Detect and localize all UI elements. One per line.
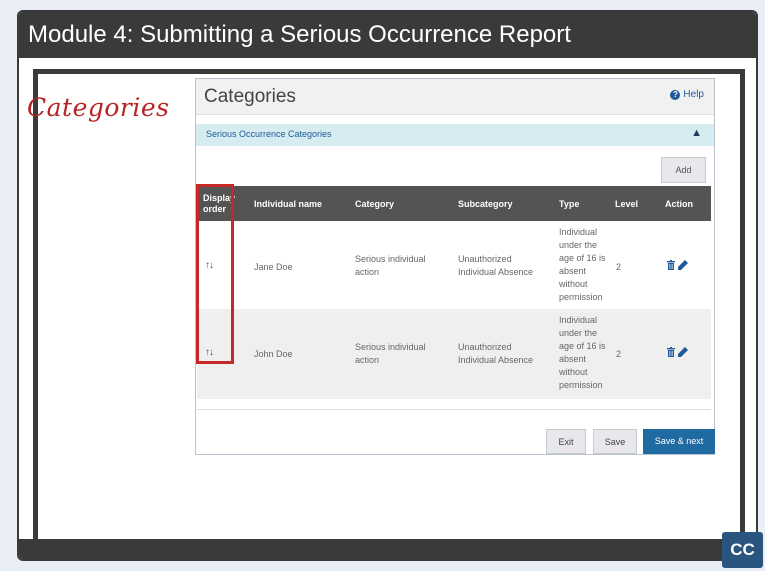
pencil-icon[interactable] xyxy=(678,260,688,270)
cell-name: Jane Doe xyxy=(254,262,293,272)
cell-subcategory: Unauthorized Individual Absence xyxy=(458,342,534,365)
divider xyxy=(197,409,711,410)
exit-button[interactable]: Exit xyxy=(546,429,586,454)
pencil-icon[interactable] xyxy=(678,347,688,357)
table-row: ↑↓ John Doe Serious individual action Un… xyxy=(197,309,711,399)
help-link[interactable]: ? Help xyxy=(670,89,704,100)
trash-icon[interactable] xyxy=(667,347,675,357)
col-label: Subcategory xyxy=(458,198,513,209)
module-title: Module 4: Submitting a Serious Occurrenc… xyxy=(19,12,756,58)
cell-type: Individual under the age of 16 is absent… xyxy=(559,315,606,390)
slide-label: Categories xyxy=(27,93,170,122)
cell-category: Serious individual action xyxy=(355,342,426,365)
help-label: Help xyxy=(683,89,704,100)
col-label: Type xyxy=(559,198,580,209)
table-row: ↑↓ Jane Doe Serious individual action Un… xyxy=(197,221,711,309)
app-header: Categories ? Help xyxy=(196,79,714,115)
app-window: Categories ? Help Serious Occurrence Cat… xyxy=(195,78,715,455)
cell-name: John Doe xyxy=(254,349,293,359)
save-button[interactable]: Save xyxy=(593,429,637,454)
slide-bottom-bar xyxy=(19,539,756,559)
cell-level: 2 xyxy=(616,349,622,359)
highlight-box xyxy=(196,184,234,364)
table-header: Display order Individual name Category S… xyxy=(197,186,711,221)
col-type: Type xyxy=(559,186,579,221)
row-actions xyxy=(667,347,688,357)
col-level: Level xyxy=(615,186,638,221)
question-circle-icon: ? xyxy=(670,89,681,100)
trash-icon[interactable] xyxy=(667,260,675,270)
col-label: Individual name xyxy=(254,198,323,209)
col-subcategory: Subcategory xyxy=(458,186,513,221)
cell-category: Serious individual action xyxy=(355,254,426,277)
section-header[interactable]: Serious Occurrence Categories ▲ xyxy=(196,124,714,146)
chevron-up-icon[interactable]: ▲ xyxy=(691,127,702,139)
cell-type: Individual under the age of 16 is absent… xyxy=(559,227,606,302)
cell-level: 2 xyxy=(616,262,622,272)
col-individual-name: Individual name xyxy=(254,186,322,221)
add-button[interactable]: Add xyxy=(661,157,706,183)
cell-subcategory: Unauthorized Individual Absence xyxy=(458,254,534,277)
col-label: Action xyxy=(665,198,693,209)
col-category: Category xyxy=(355,186,394,221)
col-action: Action xyxy=(665,186,693,221)
col-label: Category xyxy=(355,198,395,209)
section-title: Serious Occurrence Categories xyxy=(206,129,332,139)
save-and-next-button[interactable]: Save & next xyxy=(643,429,715,454)
col-label: Level xyxy=(615,198,639,209)
closed-captions-button[interactable]: CC xyxy=(722,532,763,568)
page-title: Categories xyxy=(204,86,296,107)
row-actions xyxy=(667,260,688,270)
